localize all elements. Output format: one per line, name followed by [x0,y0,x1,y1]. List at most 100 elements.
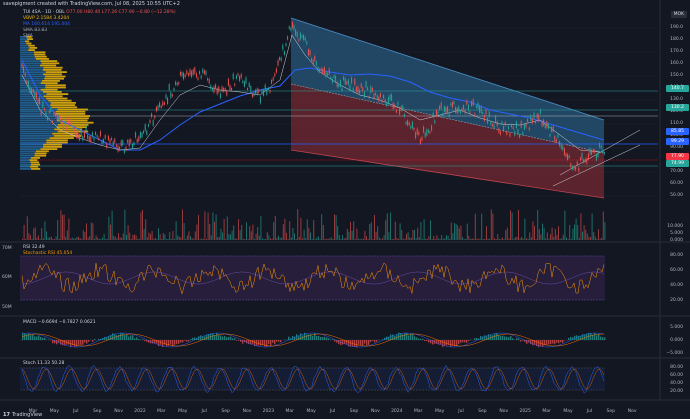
volume-bar [366,236,367,240]
candle-body [363,91,365,98]
volume-bar [582,231,583,240]
candle-body [490,121,492,125]
volume-bar [273,222,275,240]
candle-body [187,73,189,76]
volume-bar [514,237,516,240]
candle-body [42,101,44,108]
profile-bar-inner [20,152,35,155]
macd-title[interactable]: MACD −0.6694 −0.7827 0.0621 [23,320,96,325]
candle-body [394,104,396,108]
chart-canvas[interactable] [0,0,690,419]
rsi-axis-60: 60.00 [670,268,683,273]
candle-body [603,152,605,155]
candle-body [179,71,181,76]
volume-bar [87,237,89,240]
candle-body [183,72,185,80]
volume-bar [234,238,236,240]
macd-bar [166,340,168,347]
macd-bar [466,340,468,343]
candle-body [165,94,167,99]
rsi-title[interactable]: RSI 32.49 [23,245,45,250]
volume-bar [551,227,553,240]
rsi-subtitle[interactable]: Stochastic RSI 45.054 [23,251,72,256]
profile-bar-outer [29,159,38,161]
volume-bar [495,239,497,240]
candle-body [525,122,527,128]
candle-body [503,125,505,132]
macd-bar [228,336,230,340]
candle-body [576,161,578,165]
price-tag: 85.85 [666,128,689,135]
candle-body [528,127,530,131]
volume-bar [585,229,587,240]
stoch-title[interactable]: Stoch 11.33 50.28 [23,361,64,366]
volume-bar [222,232,223,240]
volume-bar [129,232,131,240]
candle-body [157,105,159,110]
profile-bar-inner [20,49,29,51]
volume-bar [303,229,305,240]
volume-bar [409,237,411,240]
volume-bar [138,238,140,240]
volume-bar [598,229,599,240]
macd-bar [316,336,318,340]
macd-bar [406,332,408,340]
volume-bar [316,237,318,240]
candle-body [250,85,252,92]
volume-bar [492,213,494,240]
macd-axis-0: 0.000 [670,338,683,343]
volume-bar [79,237,81,240]
volume-bar [52,238,54,240]
macd-bar [152,340,154,344]
volume-bar [33,228,35,240]
candle-body [32,88,34,93]
candle-body [397,101,399,106]
profile-bar-inner [20,40,26,43]
candle-body [355,86,357,92]
volume-bar [145,219,147,240]
candle-body [555,139,557,142]
profile-bar-inner [20,117,58,120]
candle-body [527,119,529,122]
candle-body [287,36,289,40]
candle-body [336,81,338,88]
price-tag: 130.2 [666,104,689,111]
candle-body [114,138,116,143]
candle-body [459,111,461,114]
candle-body [391,94,393,101]
volume-bar [239,230,241,240]
macd-bar [274,340,276,345]
volume-bar [137,238,139,240]
candle-body [435,109,437,117]
candle-body [304,37,306,41]
macd-bar [364,340,366,344]
macd-bar [446,340,448,346]
volume-bar [588,236,590,240]
macd-bar [122,333,124,340]
volume-bar [465,238,467,240]
candle-body [479,105,481,113]
volume-bar [271,238,273,240]
profile-bar-inner [20,150,36,153]
candle-body [583,159,585,163]
volume-bar [524,218,526,240]
candle-body [170,92,172,98]
candle-body [565,153,567,157]
volume-bar [30,235,31,240]
volume-bar [382,238,383,240]
tradingview-logo[interactable]: 17 TradingView [3,412,42,418]
profile-bar-inner [20,165,31,168]
stoch-axis-60: 60.00 [670,373,683,378]
profile-bar-outer [45,71,67,73]
profile-bar-inner [20,82,41,84]
macd-bar [238,340,240,341]
profile-bar-outer [46,93,69,95]
profile-bar-outer [40,88,58,91]
macd-bar [594,333,596,340]
candle-body [557,134,559,138]
candle-body [563,148,565,156]
volume-bar [319,238,321,240]
volume-bar [463,238,465,240]
volume-bar [596,238,598,240]
macd-bar [360,340,362,346]
